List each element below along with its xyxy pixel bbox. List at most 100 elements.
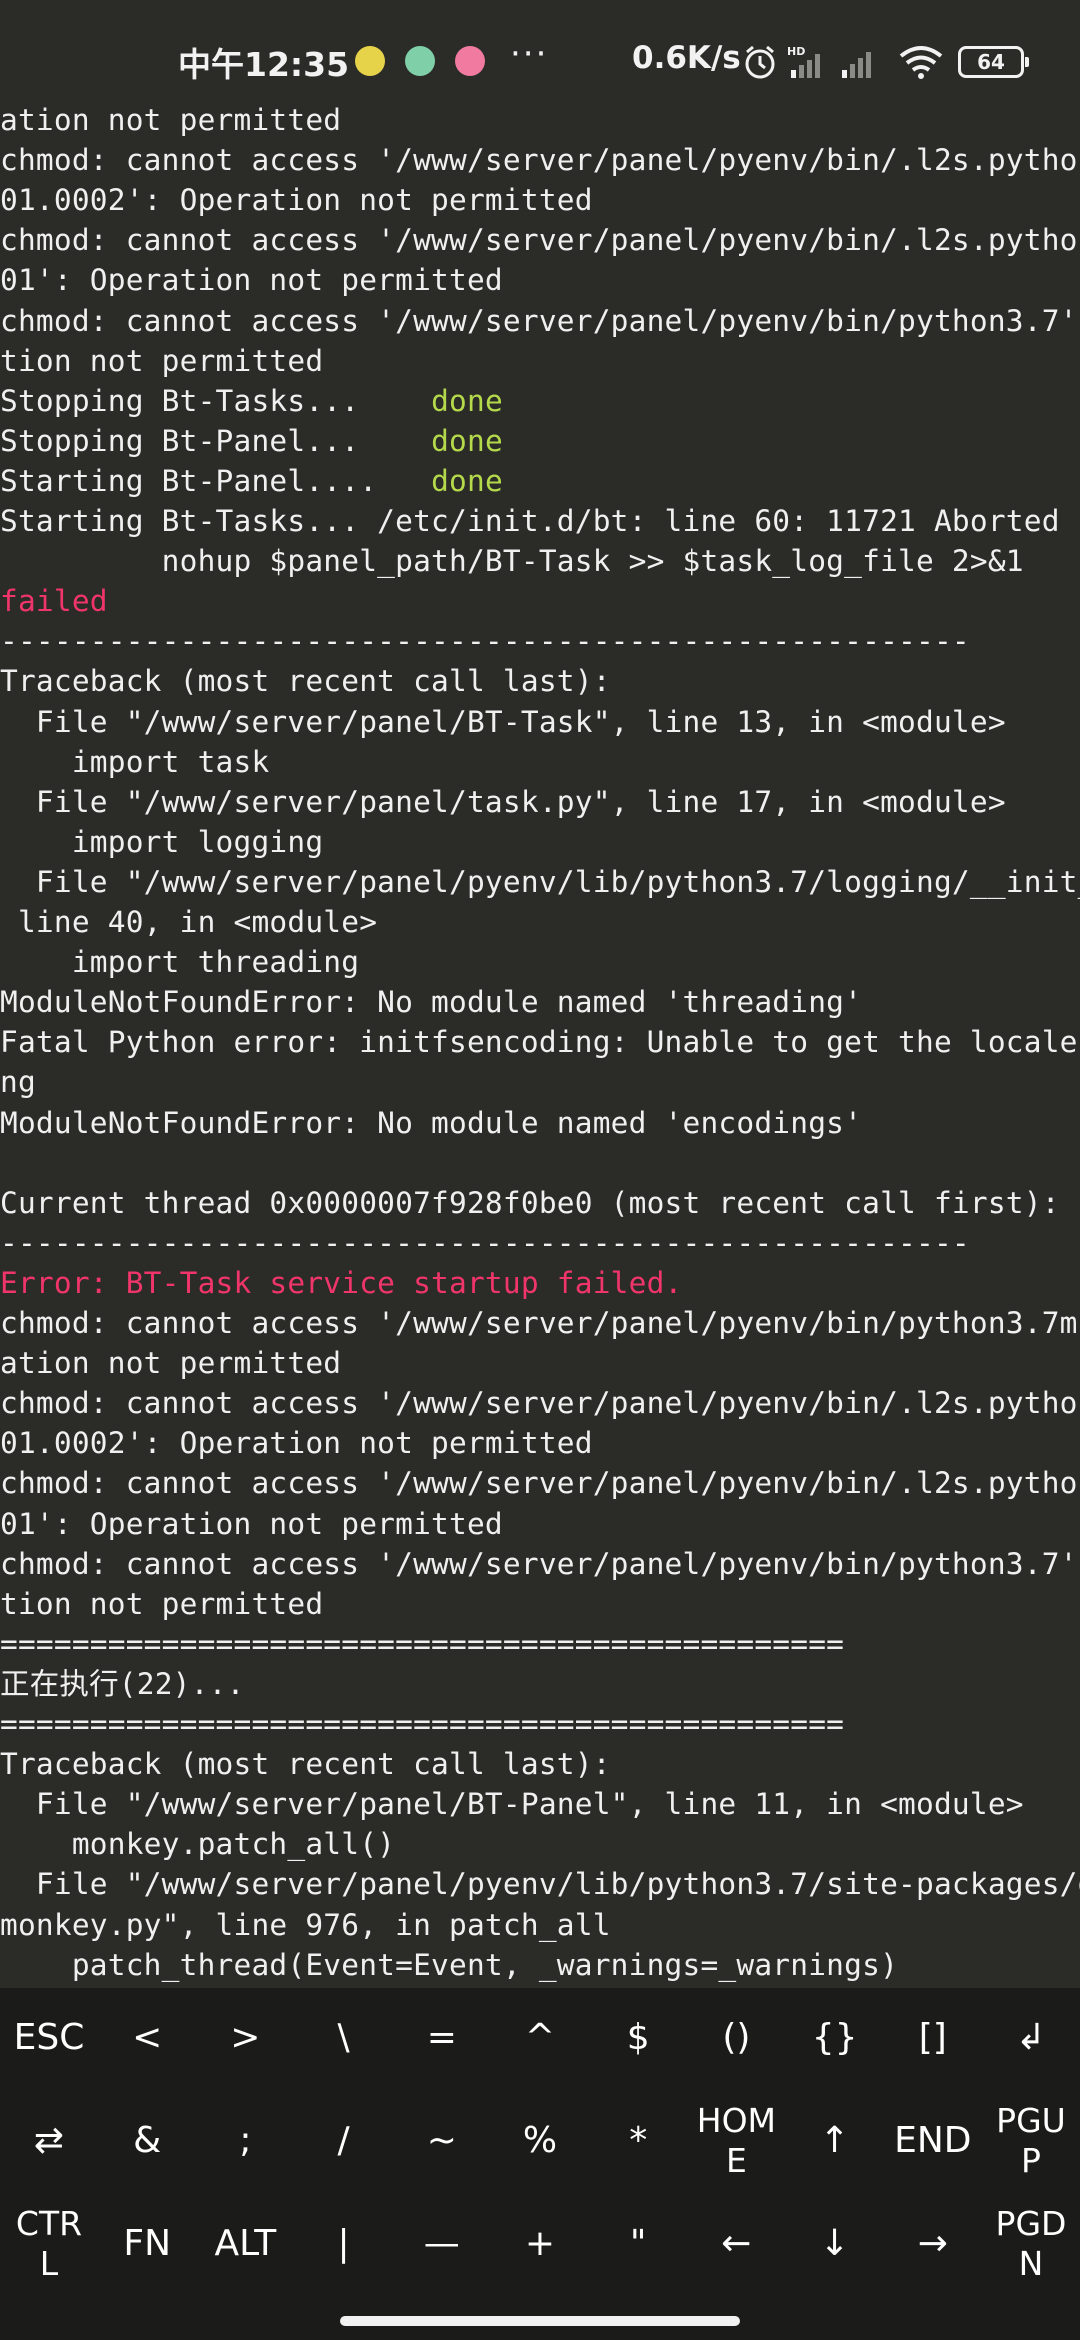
key-backslash[interactable]: \: [295, 1993, 393, 2083]
terminal-line-text: 正在执行(22)...: [0, 1666, 245, 1701]
terminal-line: ----------------------------------------…: [0, 621, 970, 661]
app-icon-pink: [455, 46, 485, 76]
terminal-line: ----------------------------------------…: [0, 1223, 970, 1263]
alarm-icon: [745, 45, 775, 79]
terminal-line-text: line 40, in <module>: [0, 905, 378, 939]
key-parens[interactable]: (): [687, 1993, 785, 2083]
key-enter[interactable]: ↲: [982, 1993, 1080, 2083]
key-braces[interactable]: {}: [786, 1993, 884, 2083]
terminal-line-text: 01.0002': Operation not permitted: [0, 1426, 593, 1461]
status-done: done: [431, 383, 503, 418]
key-fn[interactable]: FN: [98, 2199, 196, 2289]
key-semicolon[interactable]: ;: [196, 2096, 294, 2186]
terminal-line: ation not permitted: [0, 1343, 341, 1383]
key-label: CTR L: [15, 2204, 83, 2283]
key-label: FN: [123, 2223, 171, 2264]
key-pgup[interactable]: PGU P: [982, 2096, 1080, 2186]
terminal-line-text: ation not permitted: [0, 1346, 342, 1381]
key-label: ": [629, 2223, 647, 2264]
key-slash[interactable]: /: [295, 2096, 393, 2186]
key-up[interactable]: ↑: [786, 2096, 884, 2186]
key-esc[interactable]: ESC: [0, 1993, 98, 2083]
key-greater-than[interactable]: >: [196, 1993, 294, 2083]
terminal-output[interactable]: ation not permitted chmod: cannot access …: [0, 100, 1080, 1990]
key-label: ↲: [1015, 2017, 1047, 2058]
key-label: HOM E: [696, 2101, 777, 2180]
terminal-line: File "/www/server/panel/pyenv/lib/python…: [0, 862, 1080, 902]
key-tilde[interactable]: ~: [393, 2096, 491, 2186]
key-brackets[interactable]: []: [884, 1993, 982, 2083]
terminal-line-text: ModuleNotFoundError: No module named 'th…: [0, 985, 863, 1020]
terminal-line-text: Starting Bt-Panel....: [0, 463, 432, 498]
battery-icon: 64: [958, 46, 1029, 78]
terminal-line: Stopping Bt-Panel... done: [0, 421, 503, 461]
terminal-line-text: File "/www/server/panel/pyenv/lib/python…: [35, 1867, 1080, 1902]
terminal-line: Starting Bt-Panel.... done: [0, 461, 503, 501]
home-indicator[interactable]: [340, 2316, 740, 2326]
key-label: +: [524, 2223, 556, 2264]
key-end[interactable]: END: [884, 2096, 982, 2186]
terminal-line: File "/www/server/panel/pyenv/lib/python…: [0, 1864, 1080, 1904]
terminal-line: ModuleNotFoundError: No module named 'en…: [0, 1103, 862, 1143]
key-percent[interactable]: %: [491, 2096, 589, 2186]
terminal-line: Starting Bt-Tasks... /etc/init.d/bt: lin…: [0, 501, 1060, 541]
key-ampersand[interactable]: &: [98, 2096, 196, 2186]
terminal-line-text: chmod: cannot access '/www/server/panel/…: [0, 1546, 1080, 1581]
terminal-line: chmod: cannot access '/www/server/panel/…: [0, 220, 1080, 260]
terminal-line-text: File "/www/server/panel/BT-Task", line 1…: [0, 704, 1006, 739]
key-label: PGD N: [995, 2204, 1067, 2283]
terminal-line-text: chmod: cannot access '/www/server/panel/…: [0, 1386, 1080, 1421]
terminal-line: import threading: [0, 942, 359, 982]
key-right[interactable]: →: [884, 2199, 982, 2289]
key-plus[interactable]: +: [491, 2199, 589, 2289]
terminal-line-text: File "/www/server/panel/task.py", line 1…: [0, 784, 1006, 819]
key-down[interactable]: ↓: [786, 2199, 884, 2289]
key-label: —: [423, 2223, 460, 2264]
key-pipe[interactable]: |: [295, 2199, 393, 2289]
terminal-line: chmod: cannot access '/www/server/panel/…: [0, 1383, 1080, 1423]
key-label: *: [629, 2120, 648, 2161]
terminal-line: chmod: cannot access '/www/server/panel/…: [0, 1544, 1080, 1584]
terminal-line: ModuleNotFoundError: No module named 'th…: [0, 982, 862, 1022]
key-tab[interactable]: ⇄: [0, 2096, 98, 2186]
key-quote[interactable]: ": [589, 2199, 687, 2289]
key-ctrl[interactable]: CTR L: [0, 2199, 98, 2289]
terminal-line-text: chmod: cannot access '/www/server/panel/…: [0, 223, 1080, 258]
key-home[interactable]: HOM E: [687, 2096, 785, 2186]
key-alt[interactable]: ALT: [196, 2199, 294, 2289]
key-dash[interactable]: —: [393, 2199, 491, 2289]
terminal-line: line 40, in <module>: [0, 902, 377, 942]
key-label: ^: [524, 2017, 556, 2058]
status-time: 中午12:35: [178, 45, 350, 84]
terminal-line: monkey.py", line 976, in patch_all: [0, 1905, 611, 1945]
terminal-line-text: Traceback (most recent call last):: [0, 1747, 611, 1782]
terminal-line: Traceback (most recent call last):: [0, 661, 611, 701]
key-pgdn[interactable]: PGD N: [982, 2199, 1080, 2289]
key-label: =: [426, 2017, 457, 2058]
terminal-line: patch_thread(Event=Event, _warnings=_war…: [0, 1945, 898, 1985]
terminal-line: ng: [0, 1062, 36, 1102]
terminal-line-text: failed: [0, 584, 108, 619]
key-equals[interactable]: =: [393, 1993, 491, 2083]
key-less-than[interactable]: <: [98, 1993, 196, 2083]
key-caret[interactable]: ^: [491, 1993, 589, 2083]
key-asterisk[interactable]: *: [589, 2096, 687, 2186]
terminal-line-text: chmod: cannot access '/www/server/panel/…: [0, 303, 1080, 338]
terminal-line: ========================================…: [0, 1624, 844, 1664]
terminal-line: chmod: cannot access '/www/server/panel/…: [0, 140, 1080, 180]
app-icon-green: [355, 46, 385, 76]
key-label: PGU P: [996, 2101, 1066, 2180]
key-label: ~: [426, 2120, 457, 2161]
terminal-line-text: chmod: cannot access '/www/server/panel/…: [0, 143, 1080, 178]
key-label: ←: [721, 2223, 752, 2264]
terminal-line: chmod: cannot access '/www/server/panel/…: [0, 1463, 1080, 1503]
terminal-line: nohup $panel_path/BT-Task >> $task_log_f…: [0, 541, 1024, 581]
terminal-line: File "/www/server/panel/BT-Task", line 1…: [0, 702, 1006, 742]
key-label: \: [337, 2017, 350, 2058]
terminal-line-text: 01': Operation not permitted: [0, 1506, 503, 1541]
terminal-line-text: Error: BT-Task service startup failed.: [0, 1265, 683, 1300]
key-left[interactable]: ←: [687, 2199, 785, 2289]
key-label: >: [230, 2017, 261, 2058]
key-dollar[interactable]: $: [589, 1993, 687, 2083]
status-done: done: [431, 423, 503, 458]
